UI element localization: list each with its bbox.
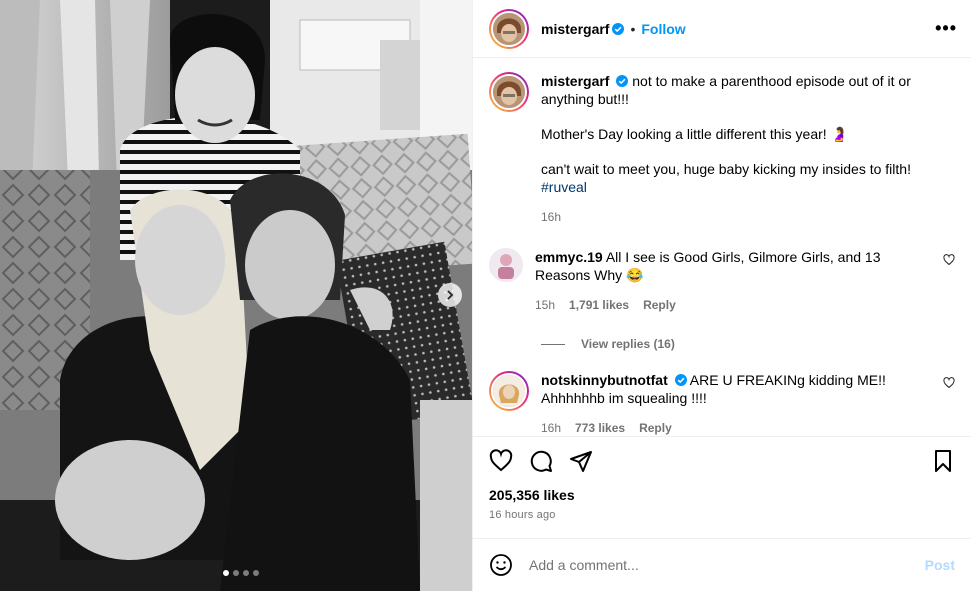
author-avatar[interactable] — [489, 8, 529, 49]
like-comment-heart-icon[interactable] — [943, 377, 955, 389]
post-header: mistergarf • Follow ••• — [473, 0, 971, 58]
next-slide-button[interactable] — [438, 283, 462, 307]
caption-text: mistergarf not to make a parenthood epis… — [541, 72, 955, 196]
instagram-post: mistergarf • Follow ••• mistergarf not t… — [0, 0, 971, 591]
comment-item: notskinnybutnotfat ARE U FREAKINg kiddin… — [489, 371, 955, 436]
post-comment-button[interactable]: Post — [925, 557, 955, 573]
carousel-dot-active — [223, 570, 229, 576]
caption-username[interactable]: mistergarf — [541, 73, 609, 89]
avatar-image — [493, 12, 525, 45]
comment-bubble-icon[interactable] — [529, 449, 553, 473]
verified-badge-icon — [674, 374, 687, 386]
comment-composer: Post — [473, 538, 971, 591]
post-photo — [0, 0, 472, 591]
avatar-image — [489, 248, 523, 282]
reply-button[interactable]: Reply — [643, 296, 676, 314]
view-replies-line — [541, 343, 565, 345]
post-media[interactable] — [0, 0, 472, 591]
comment-item: emmyc.19 All I see is Good Girls, Gilmor… — [489, 248, 955, 314]
comment-time[interactable]: 15h — [535, 296, 555, 314]
like-heart-icon[interactable] — [489, 449, 513, 473]
caption-line: can't wait to meet you, huge baby kickin… — [541, 161, 911, 177]
post-side-panel: mistergarf • Follow ••• mistergarf not t… — [472, 0, 971, 591]
more-options-icon[interactable]: ••• — [935, 18, 957, 39]
comment-likes[interactable]: 1,791 likes — [569, 296, 629, 314]
carousel-dot — [253, 570, 259, 576]
view-replies-button[interactable]: View replies (16) — [541, 337, 955, 351]
comment-likes[interactable]: 773 likes — [575, 419, 625, 436]
emoji-icon[interactable] — [489, 553, 513, 577]
chevron-right-icon — [447, 290, 454, 300]
hashtag-link[interactable]: #ruveal — [541, 179, 587, 195]
like-comment-heart-icon[interactable] — [943, 254, 955, 266]
commenter-avatar[interactable] — [489, 371, 529, 411]
reply-button[interactable]: Reply — [639, 419, 672, 436]
caption-line: Mother's Day looking a little different … — [541, 126, 848, 142]
follow-button[interactable]: Follow — [641, 21, 685, 37]
comment-username[interactable]: notskinnybutnotfat — [541, 372, 668, 388]
caption-author-avatar[interactable] — [489, 72, 529, 112]
author-username[interactable]: mistergarf — [541, 21, 609, 37]
comment-username[interactable]: emmyc.19 — [535, 249, 603, 265]
verified-badge-icon — [612, 22, 625, 35]
post-time[interactable]: 16 hours ago — [489, 509, 955, 521]
avatar-image — [493, 76, 525, 108]
avatar-image — [493, 375, 525, 407]
comments-section[interactable]: mistergarf not to make a parenthood epis… — [473, 58, 971, 436]
carousel-indicator — [0, 570, 472, 576]
commenter-avatar[interactable] — [489, 248, 523, 282]
carousel-dot — [233, 570, 239, 576]
post-actions: 205,356 likes 16 hours ago — [473, 436, 971, 538]
likes-count[interactable]: 205,356 likes — [489, 487, 955, 503]
separator-dot: • — [630, 20, 636, 37]
save-bookmark-icon[interactable] — [931, 449, 955, 473]
share-paper-plane-icon[interactable] — [569, 449, 593, 473]
caption: mistergarf not to make a parenthood epis… — [489, 72, 955, 226]
verified-badge-icon — [616, 75, 629, 87]
carousel-dot — [243, 570, 249, 576]
comment-input[interactable] — [529, 557, 925, 573]
caption-time[interactable]: 16h — [541, 208, 561, 226]
view-replies-label: View replies (16) — [581, 337, 675, 351]
comment-time[interactable]: 16h — [541, 419, 561, 436]
